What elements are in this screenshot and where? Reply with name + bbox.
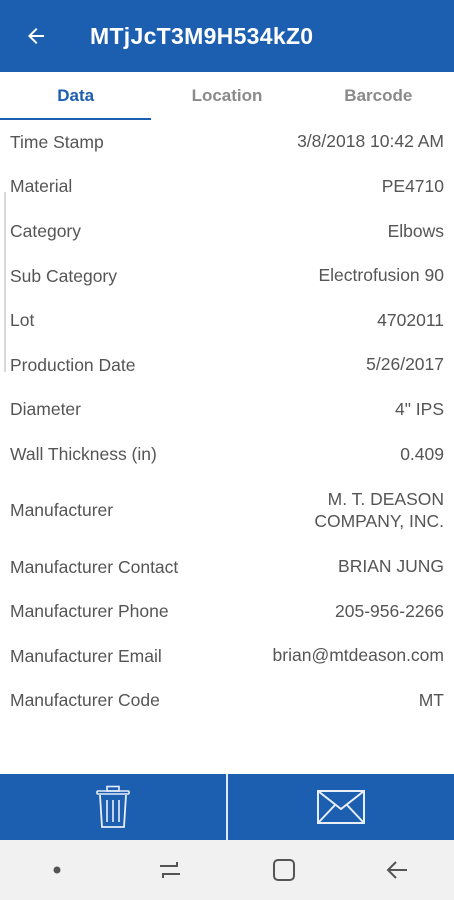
detail-label: Manufacturer Phone <box>10 601 169 622</box>
detail-value: MT <box>418 689 444 710</box>
dot-icon <box>53 866 61 874</box>
detail-row-lot: Lot 4702011 <box>0 298 454 343</box>
back-button[interactable] <box>0 0 72 72</box>
arrow-back-icon <box>28 28 44 44</box>
tab-location[interactable]: Location <box>151 72 302 120</box>
home-square-icon <box>272 859 295 881</box>
detail-label: Manufacturer <box>10 500 114 521</box>
page-title: MTjJcT3M9H534kZ0 <box>90 22 314 49</box>
detail-label: Lot <box>10 310 35 331</box>
detail-row-sub-category: Sub Category Electrofusion 90 <box>0 254 454 299</box>
detail-value: 0.409 <box>400 443 444 464</box>
detail-value: BRIAN JUNG <box>338 556 444 577</box>
email-button[interactable] <box>228 774 454 840</box>
detail-value: Electrofusion 90 <box>318 265 445 286</box>
detail-row-diameter: Diameter 4" IPS <box>0 388 454 433</box>
scroll-indicator <box>4 192 6 372</box>
detail-label: Category <box>10 220 82 241</box>
detail-value: 5/26/2017 <box>366 354 444 375</box>
detail-row-category: Category Elbows <box>0 209 454 254</box>
detail-row-manufacturer-email[interactable]: Manufacturer Email brian@mtdeason.com <box>0 634 454 679</box>
detail-row-manufacturer-code: Manufacturer Code MT <box>0 679 454 724</box>
home-button[interactable] <box>254 840 314 900</box>
detail-row-manufacturer-contact: Manufacturer Contact BRIAN JUNG <box>0 545 454 590</box>
detail-label: Time Stamp <box>10 131 104 152</box>
system-navigation-bar <box>0 840 454 900</box>
detail-value[interactable]: brian@mtdeason.com <box>273 645 444 667</box>
detail-label: Sub Category <box>10 265 118 286</box>
detail-value: Elbows <box>387 220 444 241</box>
envelope-icon <box>317 790 365 824</box>
detail-value: 3/8/2018 10:42 AM <box>297 131 444 152</box>
detail-value: M. T. DEASON COMPANY, INC. <box>314 488 444 531</box>
tab-barcode[interactable]: Barcode <box>303 72 454 120</box>
action-bar <box>0 774 454 840</box>
detail-value: 4702011 <box>377 309 444 330</box>
back-arrow-icon <box>386 861 408 879</box>
detail-row-manufacturer-phone[interactable]: Manufacturer Phone 205-956-2266 <box>0 589 454 634</box>
detail-row-manufacturer: Manufacturer M. T. DEASON COMPANY, INC. <box>0 477 454 545</box>
tab-data[interactable]: Data <box>0 72 152 120</box>
tab-bar: Data Location Barcode <box>0 72 454 120</box>
recent-apps-button[interactable] <box>140 840 200 900</box>
detail-label: Material <box>10 176 73 197</box>
nav-dot-button[interactable] <box>27 840 87 900</box>
detail-value: 4" IPS <box>394 398 444 419</box>
detail-label: Wall Thickness (in) <box>10 443 157 464</box>
detail-row-production-date: Production Date 5/26/2017 <box>0 343 454 388</box>
detail-row-wall-thickness: Wall Thickness (in) 0.409 <box>0 432 454 477</box>
detail-value: PE4710 <box>381 175 444 196</box>
detail-row-time-stamp: Time Stamp 3/8/2018 10:42 AM <box>0 120 454 165</box>
detail-label: Manufacturer Code <box>10 690 160 711</box>
system-back-button[interactable] <box>367 840 427 900</box>
app-bar: MTjJcT3M9H534kZ0 <box>0 0 454 72</box>
detail-label: Diameter <box>10 399 81 420</box>
recent-apps-icon <box>160 862 181 878</box>
detail-label: Manufacturer Contact <box>10 556 179 577</box>
detail-label: Production Date <box>10 354 136 375</box>
detail-value[interactable]: 205-956-2266 <box>335 601 444 623</box>
delete-button[interactable] <box>0 774 226 840</box>
detail-label: Manufacturer Email <box>10 645 162 666</box>
detail-row-material: Material PE4710 <box>0 165 454 210</box>
trash-icon <box>96 785 130 828</box>
details-list[interactable]: Time Stamp 3/8/2018 10:42 AM Material PE… <box>0 120 454 774</box>
